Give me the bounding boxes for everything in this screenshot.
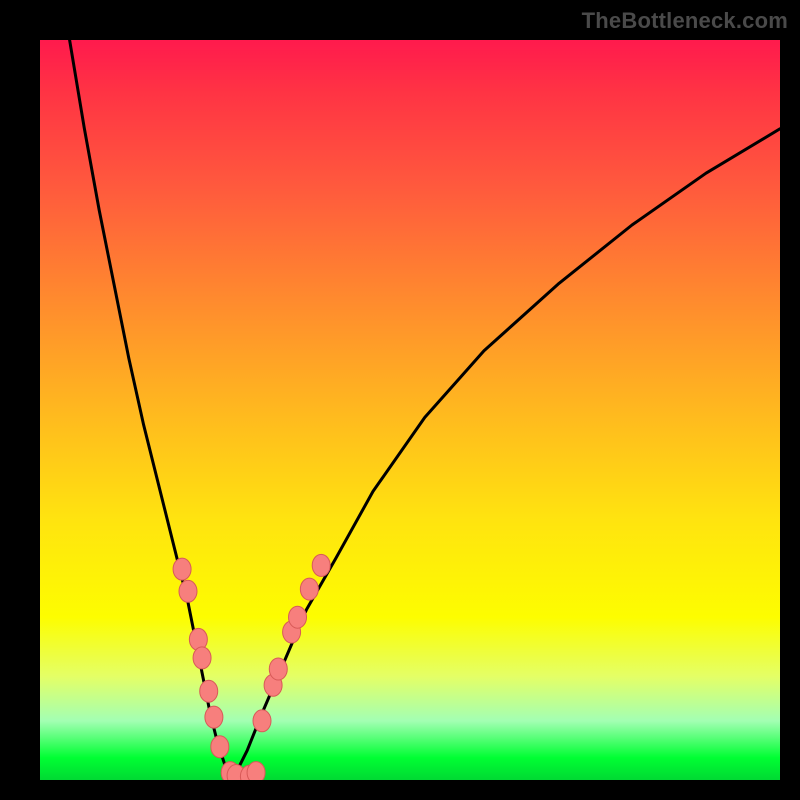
watermark-text: TheBottleneck.com (582, 8, 788, 34)
data-marker (300, 578, 318, 600)
data-marker (247, 762, 265, 780)
chart-stage: TheBottleneck.com (0, 0, 800, 800)
curve-layer (40, 40, 780, 780)
data-marker (179, 580, 197, 602)
data-marker (269, 658, 287, 680)
data-marker (205, 706, 223, 728)
data-marker (193, 647, 211, 669)
plot-area (40, 40, 780, 780)
data-marker (200, 680, 218, 702)
curve-right-branch (232, 129, 780, 780)
data-marker (253, 710, 271, 732)
data-marker (289, 606, 307, 628)
data-marker (173, 558, 191, 580)
curve-left-branch (70, 40, 233, 780)
data-marker (312, 554, 330, 576)
data-marker (211, 736, 229, 758)
